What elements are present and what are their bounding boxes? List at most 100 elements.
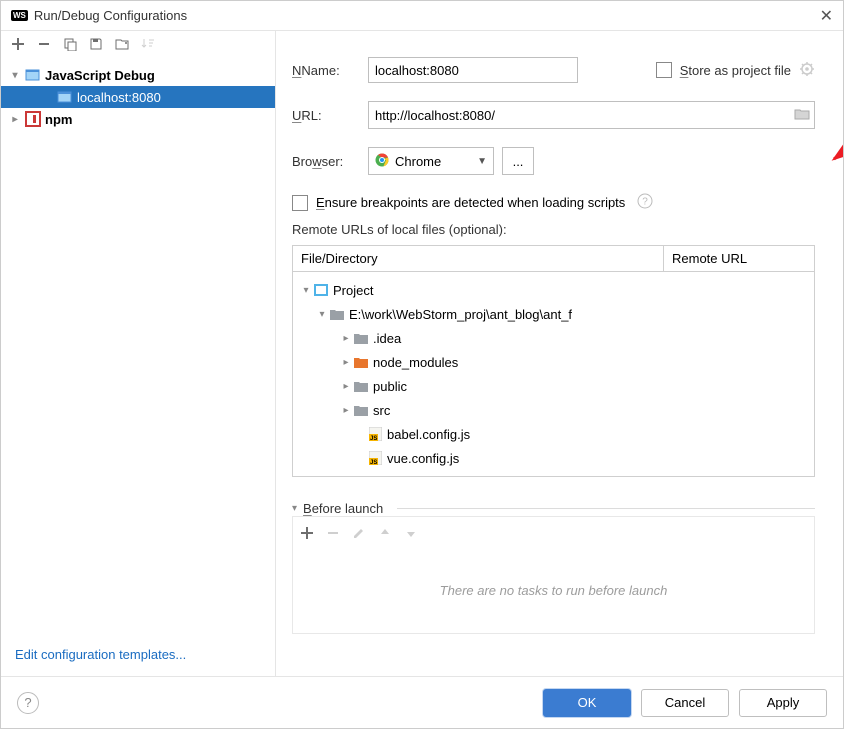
name-input[interactable] (368, 57, 578, 83)
ensure-breakpoints-checkbox[interactable] (292, 195, 308, 211)
save-icon[interactable] (89, 37, 103, 54)
down-icon (405, 527, 417, 542)
apply-button[interactable]: Apply (739, 689, 827, 717)
chevron-right-icon: ▸ (339, 357, 353, 368)
jsfile-icon: JS (367, 450, 383, 466)
before-launch-toolbar (292, 516, 815, 548)
config-panel: NName: Store as project file URL: Browse… (276, 31, 843, 676)
folder-icon (353, 378, 369, 394)
store-project-checkbox[interactable] (656, 62, 672, 78)
add-icon[interactable] (301, 527, 313, 542)
remove-icon (327, 527, 339, 542)
tree-item[interactable]: ▸ .idea (293, 326, 814, 350)
gear-icon[interactable] (799, 61, 815, 80)
tree-project-root[interactable]: ▾ Project (293, 278, 814, 302)
tree-item[interactable]: ▸ public (293, 374, 814, 398)
tree-project-path[interactable]: ▾ E:\work\WebStorm_proj\ant_blog\ant_f (293, 302, 814, 326)
col-file: File/Directory (293, 246, 664, 271)
project-icon (313, 282, 329, 298)
app-icon: WS (11, 10, 28, 21)
category-label: npm (45, 112, 72, 127)
folder-icon (329, 306, 345, 322)
window-title: Run/Debug Configurations (34, 8, 820, 23)
chevron-right-icon: ▸ (9, 114, 21, 125)
help-icon[interactable]: ? (637, 193, 653, 212)
folder-icon (353, 402, 369, 418)
titlebar: WS Run/Debug Configurations ✕ (1, 1, 843, 31)
url-input-wrapper[interactable] (368, 101, 815, 129)
folder-icon (353, 354, 369, 370)
chevron-down-icon[interactable]: ▾ (292, 503, 297, 514)
chevron-down-icon: ▾ (315, 309, 329, 320)
browser-select[interactable]: Chrome ▼ (368, 147, 494, 175)
remote-urls-label: Remote URLs of local files (optional): (292, 222, 815, 237)
browser-value: Chrome (395, 154, 441, 169)
remove-icon[interactable] (37, 37, 51, 54)
tree-label: E:\work\WebStorm_proj\ant_blog\ant_f (349, 307, 572, 322)
chevron-down-icon: ▾ (299, 285, 313, 296)
chevron-right-icon: ▸ (339, 405, 353, 416)
js-debug-icon (57, 89, 73, 105)
sidebar: ▾ JavaScript Debug localhost:8080 ▸ npm (1, 31, 276, 676)
tree-item[interactable]: JS babel.config.js (293, 422, 814, 446)
cancel-button[interactable]: Cancel (641, 689, 729, 717)
tree-label: public (373, 379, 407, 394)
npm-icon (25, 111, 41, 127)
tree-item-localhost[interactable]: localhost:8080 (1, 86, 275, 108)
jsfile-icon: JS (367, 426, 383, 442)
svg-text:?: ? (643, 197, 649, 208)
url-label: URL: (292, 108, 368, 123)
chevron-down-icon: ▼ (477, 156, 487, 167)
config-tree: ▾ JavaScript Debug localhost:8080 ▸ npm (1, 60, 275, 617)
remote-urls-table: File/Directory Remote URL ▾ Project ▾ E:… (292, 245, 815, 477)
chevron-down-icon: ▾ (9, 70, 21, 81)
before-launch-section: ▾ Before launch There are no tasks to ru… (292, 501, 815, 634)
edit-templates-link[interactable]: Edit configuration templates... (15, 647, 186, 662)
copy-icon[interactable] (63, 37, 77, 54)
folder-browse-icon[interactable] (794, 107, 810, 124)
dialog-footer: ? OK Cancel Apply (1, 676, 843, 728)
tree-item[interactable]: ▸src (293, 398, 814, 422)
before-launch-label: Before launch (303, 501, 383, 516)
js-debug-icon (25, 67, 41, 83)
tree-category-npm[interactable]: ▸ npm (1, 108, 275, 130)
up-icon (379, 527, 391, 542)
tree-label: node_modules (373, 355, 458, 370)
browser-more-button[interactable]: ... (502, 147, 534, 175)
ensure-breakpoints-label: Ensure breakpoints are detected when loa… (316, 195, 625, 210)
chevron-right-icon: ▸ (339, 333, 353, 344)
browser-label: Browser: (292, 154, 368, 169)
tree-label: Project (333, 283, 373, 298)
before-launch-body: There are no tasks to run before launch (292, 548, 815, 634)
sort-icon[interactable] (141, 37, 155, 54)
config-item-label: localhost:8080 (77, 90, 161, 105)
folder-icon[interactable] (115, 37, 129, 54)
ok-button[interactable]: OK (543, 689, 631, 717)
dialog-body: ▾ JavaScript Debug localhost:8080 ▸ npm (1, 31, 843, 676)
tree-label: vue.config.js (387, 451, 459, 466)
svg-text:JS: JS (370, 460, 377, 465)
name-label: NName: (292, 63, 368, 78)
help-button[interactable]: ? (17, 692, 39, 714)
url-input[interactable] (375, 108, 794, 123)
category-label: JavaScript Debug (45, 68, 155, 83)
tree-label: .idea (373, 331, 401, 346)
edit-icon (353, 527, 365, 542)
add-icon[interactable] (11, 37, 25, 54)
chevron-right-icon: ▸ (339, 381, 353, 392)
store-project-label: Store as project file (680, 63, 791, 78)
empty-text: There are no tasks to run before launch (440, 583, 668, 598)
tree-item[interactable]: ▸ node_modules (293, 350, 814, 374)
file-tree: ▾ Project ▾ E:\work\WebStorm_proj\ant_bl… (293, 272, 814, 476)
annotation-arrow (826, 101, 843, 171)
chrome-icon (375, 153, 389, 170)
tree-item[interactable]: JS vue.config.js (293, 446, 814, 470)
folder-icon (353, 330, 369, 346)
separator (397, 508, 815, 509)
tree-category-js-debug[interactable]: ▾ JavaScript Debug (1, 64, 275, 86)
table-header: File/Directory Remote URL (293, 246, 814, 272)
svg-text:JS: JS (370, 436, 377, 441)
close-icon[interactable]: ✕ (820, 6, 833, 26)
col-remote: Remote URL (664, 246, 814, 271)
tree-label: babel.config.js (387, 427, 470, 442)
